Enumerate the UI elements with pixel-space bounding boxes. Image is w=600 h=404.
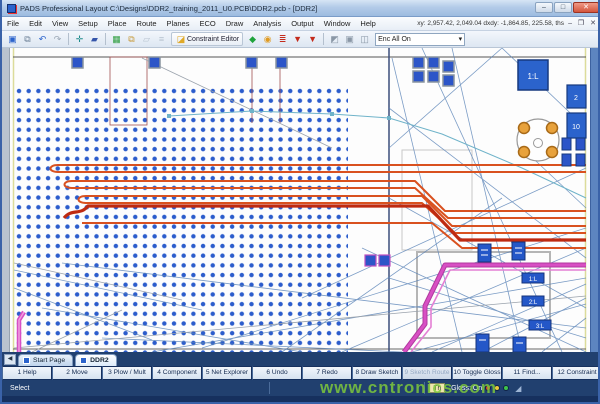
minimize-button[interactable]: –: [535, 2, 553, 13]
fkey-redo[interactable]: 7 Redo: [302, 366, 352, 380]
function-key-toolbar: 1 Help 2 Move 3 Plow / Mult 4 Component …: [2, 366, 600, 380]
shield-icon[interactable]: ▼: [291, 33, 304, 46]
menu-eco[interactable]: ECO: [194, 17, 220, 31]
menu-bar: File Edit View Setup Place Route Planes …: [2, 17, 600, 31]
mdi-window-controls[interactable]: – ❐ ✕: [568, 17, 598, 31]
svg-text:1:L: 1:L: [529, 277, 538, 283]
stack-icon[interactable]: ≡: [155, 33, 168, 46]
component-connector-2[interactable]: 2: [567, 85, 586, 108]
drc-led-yellow: [494, 385, 500, 391]
constraint-editor-button[interactable]: ◪ Constraint Editor: [171, 32, 243, 46]
menu-help[interactable]: Help: [355, 17, 380, 31]
shield2-icon[interactable]: ▼: [306, 33, 319, 46]
fkey-net-explorer[interactable]: 5 Net Explorer: [202, 366, 252, 380]
svg-text:1:L: 1:L: [527, 72, 539, 81]
status-mode: Select: [10, 385, 29, 392]
pin-icon[interactable]: ✛: [73, 33, 86, 46]
menu-output[interactable]: Output: [286, 17, 319, 31]
component-circular[interactable]: [517, 119, 559, 161]
svg-text:10: 10: [572, 124, 580, 131]
fkey-find[interactable]: 11 Find...: [502, 366, 552, 380]
menu-draw[interactable]: Draw: [221, 17, 249, 31]
document-icon: [80, 357, 87, 364]
main-toolbar: ▣ ⧉ ↶ ↷ ✛ ▰ ▦ ⧉ ▱ ≡ ◪ Constraint Editor …: [2, 31, 600, 48]
right-pad-group[interactable]: [562, 138, 585, 166]
pcb-canvas-svg[interactable]: 1:L 2 10: [2, 48, 600, 352]
top-edge-pads[interactable]: [72, 57, 454, 86]
menu-place[interactable]: Place: [103, 17, 132, 31]
pcb-canvas[interactable]: 1:L 2 10: [2, 48, 600, 352]
preview-icon[interactable]: ⧉: [21, 33, 34, 46]
app-window: PADS Professional Layout C:\Designs\DDR2…: [0, 0, 600, 404]
lock-icon[interactable]: ◫: [358, 33, 371, 46]
fkey-help[interactable]: 1 Help: [2, 366, 52, 380]
chevron-down-icon: ▾: [459, 35, 463, 43]
tab-ddr2[interactable]: DDR2: [75, 354, 117, 366]
canvas-left-frame: [2, 48, 10, 352]
maximize-button[interactable]: □: [554, 2, 572, 13]
svg-text:3:L: 3:L: [536, 324, 545, 330]
drc-icon[interactable]: ≣: [276, 33, 289, 46]
menu-analysis[interactable]: Analysis: [248, 17, 286, 31]
tab-start-page[interactable]: Start Page: [18, 354, 73, 366]
fkey-plow-mult[interactable]: 3 Plow / Mult: [102, 366, 152, 380]
fkey-move[interactable]: 2 Move: [52, 366, 102, 380]
ratsnest-lines: [14, 48, 586, 352]
document-icon: [23, 357, 30, 364]
display-scheme-select[interactable]: Enc All On ▾: [375, 33, 465, 46]
fkey-sketch-route[interactable]: 9 Sketch Route: [402, 366, 452, 380]
close-button[interactable]: ✕: [573, 2, 599, 13]
drc-led-green: [503, 385, 509, 391]
menu-window[interactable]: Window: [319, 17, 356, 31]
menu-route[interactable]: Route: [132, 17, 162, 31]
units-field[interactable]: Th: [429, 383, 445, 393]
redo-icon[interactable]: ↷: [51, 33, 64, 46]
svg-text:2:L: 2:L: [529, 300, 538, 306]
window-bottom-frame: [2, 396, 600, 404]
document-tab-bar: ◀ Start Page DDR2: [2, 352, 600, 366]
sheet-icon[interactable]: ▱: [140, 33, 153, 46]
app-icon: [7, 4, 16, 13]
fkey-component[interactable]: 4 Component: [152, 366, 202, 380]
svg-text:2: 2: [574, 95, 578, 102]
component-connector-10[interactable]: 10: [567, 113, 586, 138]
save-icon[interactable]: ▣: [6, 33, 19, 46]
fkey-constraint[interactable]: 12 Constraint: [552, 366, 600, 380]
menu-planes[interactable]: Planes: [162, 17, 195, 31]
window-title: PADS Professional Layout C:\Designs\DDR2…: [20, 4, 317, 13]
fkey-draw-sketch[interactable]: 8 Draw Sketch: [352, 366, 402, 380]
drc-led-red: [485, 385, 491, 391]
copy-icon[interactable]: ⧉: [125, 33, 138, 46]
gloss-indicator: Gloss: On: [451, 385, 482, 392]
resize-grip[interactable]: ◢: [515, 384, 521, 393]
coordinate-readout: xy: 2,957.42, 2,049.04 dxdy: -1,864.85, …: [417, 17, 564, 31]
glass-icon[interactable]: ◩: [328, 33, 341, 46]
fkey-undo[interactable]: 6 Undo: [252, 366, 302, 380]
status-bar: Select Th Gloss: On ◢: [2, 380, 600, 396]
tab-scroll-button[interactable]: ◀: [4, 354, 16, 365]
violet-pad-pair[interactable]: [365, 255, 390, 266]
component-big-chip[interactable]: 1:L: [518, 60, 548, 90]
board-icon[interactable]: ▦: [110, 33, 123, 46]
menu-file[interactable]: File: [2, 17, 24, 31]
menu-edit[interactable]: Edit: [24, 17, 47, 31]
target-icon[interactable]: ◉: [261, 33, 274, 46]
cube-icon[interactable]: ▣: [343, 33, 356, 46]
canvas-right-frame[interactable]: [590, 48, 600, 352]
menu-view[interactable]: View: [47, 17, 73, 31]
folder-icon: ◪: [176, 33, 186, 46]
diamond-icon[interactable]: ◆: [246, 33, 259, 46]
menu-setup[interactable]: Setup: [73, 17, 103, 31]
part-icon[interactable]: ▰: [88, 33, 101, 46]
title-bar[interactable]: PADS Professional Layout C:\Designs\DDR2…: [2, 0, 600, 17]
component-outline-small[interactable]: [110, 57, 147, 125]
undo-icon[interactable]: ↶: [36, 33, 49, 46]
fkey-toggle-gloss[interactable]: 10 Toggle Gloss: [452, 366, 502, 380]
